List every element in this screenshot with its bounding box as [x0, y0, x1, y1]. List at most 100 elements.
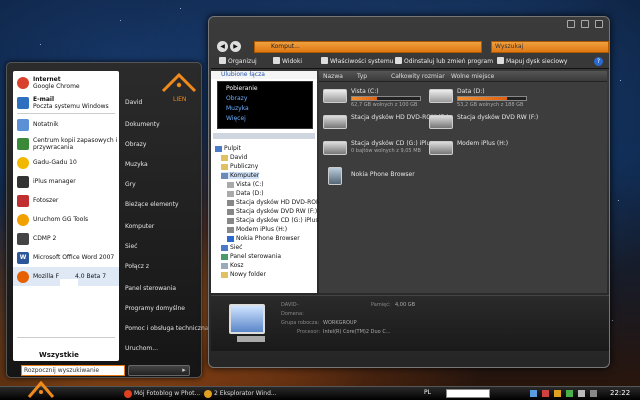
tree-nokia[interactable]: Nokia Phone Browser	[227, 235, 300, 242]
organize-button[interactable]: Organizuj	[219, 57, 257, 65]
place-network[interactable]: Sieć	[125, 243, 137, 250]
device-nokia-phone-browser[interactable]: Nokia Phone Browser	[323, 165, 453, 187]
place-music[interactable]: Muzyka	[125, 161, 148, 168]
column-type[interactable]: Typ	[357, 73, 367, 80]
drive-modem-h[interactable]: Modem iPlus (H:)	[429, 139, 559, 161]
start-item-gg-tools[interactable]: Uruchom GG Tools	[13, 210, 119, 229]
start-item-email[interactable]: E-mail Poczta systemu Windows	[13, 93, 119, 112]
column-name[interactable]: Nazwa	[323, 73, 343, 80]
address-text: Komput...	[271, 43, 300, 50]
place-run[interactable]: Uruchom...	[125, 345, 158, 352]
favorites-header: Ulubione łącza	[211, 71, 317, 79]
place-documents[interactable]: Dokumenty	[125, 121, 160, 128]
tree-drive-d[interactable]: Data (D:)	[227, 190, 264, 197]
close-button[interactable]	[595, 20, 603, 28]
pane-splitter[interactable]	[213, 133, 315, 139]
tree-label: Pulpit	[224, 145, 241, 152]
clock[interactable]: 22:22	[610, 389, 630, 397]
place-connect-to[interactable]: Połącz z	[125, 263, 149, 270]
place-computer[interactable]: Komputer	[125, 223, 154, 230]
back-button[interactable]: ◀	[217, 41, 228, 52]
drive-name: Stacja dysków CD (G:) iPlus	[351, 140, 434, 147]
modem-icon	[227, 226, 234, 233]
minimize-button[interactable]	[567, 20, 575, 28]
folder-icon	[204, 390, 212, 398]
start-item-title: CDMP 2	[33, 235, 57, 242]
favorite-music[interactable]: Muzyka	[226, 105, 249, 112]
forward-button[interactable]: ▶	[230, 41, 241, 52]
star	[180, 8, 181, 9]
tree-public[interactable]: Publiczny	[221, 163, 258, 170]
tree-user[interactable]: David	[221, 154, 247, 161]
hard-drive-icon	[323, 89, 347, 103]
desktop-icon	[215, 145, 222, 152]
start-item-cdmp[interactable]: CDMP 2	[13, 229, 119, 248]
tree-control-panel[interactable]: Panel sterowania	[221, 253, 281, 260]
views-button[interactable]: Widoki	[273, 57, 302, 65]
tree-new-folder[interactable]: Nowy folder	[221, 271, 266, 278]
iplus-icon	[17, 175, 29, 188]
favorite-downloads[interactable]: Pobieranie	[226, 85, 258, 92]
toolbar-label: Mapuj dysk sieciowy	[506, 58, 568, 65]
power-tray-icon[interactable]	[590, 390, 597, 397]
tray-input-box[interactable]	[446, 389, 490, 398]
start-item-gadu-gadu[interactable]: Gadu-Gadu 10	[13, 153, 119, 172]
volume-tray-icon[interactable]	[578, 390, 585, 397]
start-item-internet[interactable]: Internet Google Chrome	[13, 73, 119, 92]
tree-drive-f[interactable]: Stacja dysków DVD RW (F:)	[227, 208, 317, 215]
help-icon[interactable]: ?	[594, 57, 603, 66]
tree-network[interactable]: Sieć	[221, 244, 242, 251]
place-games[interactable]: Gry	[125, 181, 136, 188]
drive-name: Vista (C:)	[351, 88, 379, 95]
photo-icon	[17, 194, 29, 207]
network-tray-icon[interactable]	[530, 390, 537, 397]
place-pictures[interactable]: Obrazy	[125, 141, 146, 148]
start-item-backup[interactable]: Centrum kopii zapasowych i przywracania	[13, 134, 119, 153]
place-recent-items[interactable]: Bieżące elementy	[125, 201, 179, 208]
favorite-more[interactable]: Więcej	[226, 115, 246, 122]
start-item-fotoszer[interactable]: Fotoszer	[13, 191, 119, 210]
language-indicator[interactable]: PL	[424, 389, 431, 396]
drive-name: Modem iPlus (H:)	[457, 140, 509, 147]
tree-drive-e[interactable]: Stacja dysków HD DVD-ROM (	[227, 199, 325, 206]
drive-usage-bar	[351, 96, 421, 101]
drive-data-d[interactable]: Data (D:) 53,2 GB wolnych z 188 GB	[429, 87, 559, 109]
place-control-panel[interactable]: Panel sterowania	[125, 285, 176, 292]
start-item-word[interactable]: W Microsoft Office Word 2007	[13, 248, 119, 267]
star	[620, 80, 621, 81]
favorite-pictures[interactable]: Obrazy	[226, 95, 247, 102]
tree-computer[interactable]: Komputer	[221, 172, 260, 179]
search-input[interactable]: Wyszukaj	[491, 41, 609, 53]
tree-drive-g[interactable]: Stacja dysków CD (G:) iPlus	[227, 217, 318, 224]
explorer-window: ◀ ▶ Komput... Wyszukaj Organizuj Widoki …	[208, 16, 610, 368]
place-help-support[interactable]: Pomoc i obsługa techniczna	[125, 325, 208, 332]
gadu-tray-icon[interactable]	[554, 390, 561, 397]
computer-icon	[229, 304, 265, 334]
tree-recycle-bin[interactable]: Kosz	[221, 262, 244, 269]
place-default-programs[interactable]: Programy domyślne	[125, 305, 185, 312]
uninstall-program-button[interactable]: Odinstaluj lub zmień program	[395, 57, 493, 65]
place-david[interactable]: David	[125, 99, 142, 106]
tree-drive-c[interactable]: Vista (C:)	[227, 181, 264, 188]
update-tray-icon[interactable]	[566, 390, 573, 397]
separator	[17, 337, 115, 338]
column-total-size[interactable]: Całkowity rozmiar	[391, 73, 445, 80]
start-item-notepad[interactable]: Notatnik	[13, 115, 119, 134]
task-photoblog[interactable]: Mój Fotoblog w Phot...	[124, 389, 200, 399]
tree-desktop[interactable]: Pulpit	[215, 145, 241, 152]
tree-modem-h[interactable]: Modem iPlus (H:)	[227, 226, 287, 233]
start-item-iplus-manager[interactable]: iPlus manager	[13, 172, 119, 191]
start-button-icon[interactable]	[26, 375, 56, 400]
column-free-space[interactable]: Wolne miejsce	[451, 73, 494, 80]
tree-label: Sieć	[230, 244, 243, 251]
address-bar[interactable]: Komput...	[254, 41, 482, 53]
uninstall-icon	[395, 57, 402, 64]
start-item-subtitle: Poczta systemu Windows	[33, 102, 109, 110]
security-tray-icon[interactable]	[542, 390, 549, 397]
arrow-right-icon[interactable]: ▸	[178, 365, 190, 376]
system-properties-button[interactable]: Właściwości systemu	[321, 57, 393, 65]
map-network-drive-button[interactable]: Mapuj dysk sieciowy	[497, 57, 568, 65]
task-explorer[interactable]: 2 Eksplorator Wind...	[204, 389, 277, 399]
drive-dvd-rw-f[interactable]: Stacja dysków DVD RW (F:)	[429, 113, 559, 135]
maximize-button[interactable]	[581, 20, 589, 28]
